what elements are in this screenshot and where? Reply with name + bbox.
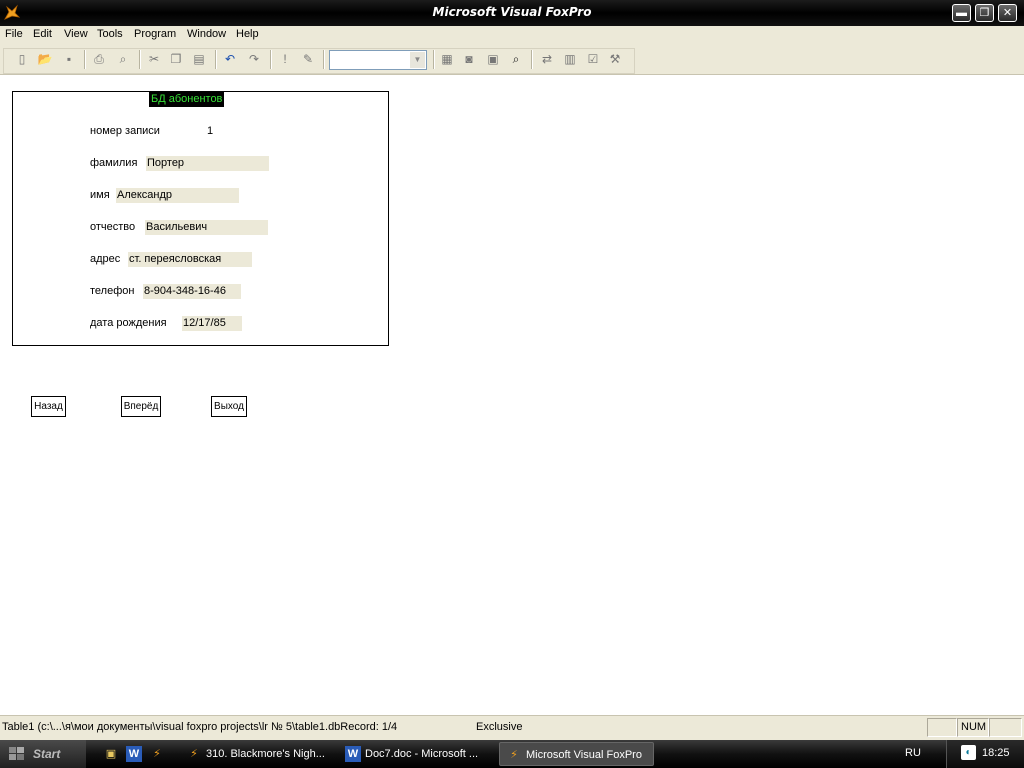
windows-logo-icon (9, 747, 24, 760)
maximize-button[interactable]: ❐ (975, 4, 994, 22)
run-icon[interactable]: ! (277, 51, 293, 67)
task-label: 310. Blackmore's Nigh... (206, 748, 325, 760)
properties-icon[interactable]: ☑ (585, 51, 601, 67)
toolbar-separator (323, 50, 325, 69)
menu-window[interactable]: Window (187, 28, 226, 40)
status-panel-empty (927, 718, 957, 737)
modify-form-icon[interactable]: ✎ (300, 51, 316, 67)
status-exclusive: Exclusive (476, 721, 523, 733)
patronymic-label: отчество (90, 221, 136, 233)
minimize-button[interactable]: ▬ (952, 4, 971, 22)
save-icon[interactable]: ▪ (61, 51, 77, 67)
forward-button[interactable]: Вперёд (121, 396, 161, 417)
word-icon: W (345, 746, 361, 762)
command-window-icon[interactable]: ◙ (461, 51, 477, 67)
toolbar-separator (84, 50, 86, 69)
show-desktop-icon[interactable]: ▣ (103, 746, 119, 762)
standard-toolbar: ▯ 📂 ▪ ⎙ ⌕ ✂ ❐ ▤ ↶ ↷ ! ✎ ▦ ◙ ▣ ⌕ ⇄ ▥ ☑ ⚒ (0, 45, 1024, 75)
start-label: Start (33, 747, 61, 761)
redo-icon[interactable]: ↷ (246, 51, 262, 67)
paste-icon[interactable]: ▤ (191, 51, 207, 67)
clock[interactable]: 18:25 (982, 747, 1010, 759)
status-num-lock: NUM (957, 718, 989, 737)
form-designer-icon[interactable]: ▣ (485, 51, 501, 67)
task-label: Doc7.doc - Microsoft ... (365, 748, 479, 760)
print-icon[interactable]: ⎙ (91, 51, 107, 67)
network-icon[interactable]: ◐ (961, 745, 976, 760)
class-browser-icon[interactable]: ⇄ (539, 51, 555, 67)
address-label: адрес (90, 253, 121, 265)
copy-icon[interactable]: ❐ (168, 51, 184, 67)
toolbar-separator (270, 50, 272, 69)
patronymic-field[interactable]: Васильевич (145, 220, 268, 235)
phone-field[interactable]: 8-904-348-16-46 (143, 284, 241, 299)
status-panel-empty (989, 718, 1022, 737)
tools-icon[interactable]: ⚒ (607, 51, 623, 67)
status-table-info: Table1 (c:\...\я\мои документы\visual fo… (2, 721, 398, 733)
close-button[interactable]: ✕ (998, 4, 1017, 22)
language-indicator[interactable]: RU (905, 747, 921, 759)
task-foxpro-active[interactable]: ⚡ Microsoft Visual FoxPro (499, 742, 654, 766)
foxpro-fox-icon: ⚡ (510, 749, 518, 761)
chevron-down-icon[interactable]: ▼ (410, 52, 425, 68)
database-icon[interactable]: ▦ (439, 51, 455, 67)
form-title: БД абонентов (149, 92, 225, 107)
foxpro-fox-icon: ⚡ (190, 748, 198, 760)
word-icon[interactable]: W (126, 746, 142, 762)
exit-button[interactable]: Выход (211, 396, 247, 417)
menu-edit[interactable]: Edit (33, 28, 52, 40)
window-title: Microsoft Visual FoxPro (432, 5, 592, 19)
menu-help[interactable]: Help (236, 28, 259, 40)
form-frame (12, 91, 389, 346)
cut-icon[interactable]: ✂ (146, 51, 162, 67)
record-number-value: 1 (207, 125, 214, 137)
task-doc7[interactable]: W Doc7.doc - Microsoft ... (339, 742, 494, 766)
name-field[interactable]: Александр (116, 188, 239, 203)
undo-icon[interactable]: ↶ (222, 51, 238, 67)
data-session-icon[interactable]: ▥ (562, 51, 578, 67)
phone-label: телефон (90, 285, 135, 297)
toolbar-separator (215, 50, 217, 69)
toolbar-separator (531, 50, 533, 69)
birthdate-label: дата рождения (90, 317, 167, 329)
start-button[interactable]: Start (0, 740, 86, 768)
task-blackmore[interactable]: ⚡ 310. Blackmore's Nigh... (180, 742, 335, 766)
name-label: имя (90, 189, 110, 201)
print-preview-icon[interactable]: ⌕ (115, 51, 131, 67)
menu-file[interactable]: File (5, 28, 23, 40)
title-bar[interactable]: Microsoft Visual FoxPro ▬ ❐ ✕ (0, 0, 1024, 26)
status-bar: Table1 (c:\...\я\мои документы\visual fo… (0, 715, 1024, 740)
back-button[interactable]: Назад (31, 396, 66, 417)
new-icon[interactable]: ▯ (14, 51, 30, 67)
surname-field[interactable]: Портер (146, 156, 269, 171)
address-field[interactable]: ст. переясловская (128, 252, 252, 267)
toolbar-separator (433, 50, 435, 69)
menu-tools[interactable]: Tools (97, 28, 123, 40)
menu-program[interactable]: Program (134, 28, 176, 40)
menu-view[interactable]: View (64, 28, 88, 40)
surname-label: фамилия (90, 157, 138, 169)
record-number-label: номер записи (90, 125, 160, 137)
report-icon[interactable]: ⌕ (508, 51, 524, 67)
taskbar: Start ▣ W ⚡ ⚡ 310. Blackmore's Nigh... W… (0, 740, 1024, 768)
foxpro-quicklaunch-icon[interactable]: ⚡ (149, 746, 165, 762)
menu-bar: File Edit View Tools Program Window Help (0, 26, 1024, 45)
open-icon[interactable]: 📂 (37, 51, 53, 67)
object-combo-box[interactable]: ▼ (329, 50, 427, 70)
toolbar-separator (139, 50, 141, 69)
task-label: Microsoft Visual FoxPro (526, 749, 642, 761)
birthdate-field[interactable]: 12/17/85 (182, 316, 242, 331)
